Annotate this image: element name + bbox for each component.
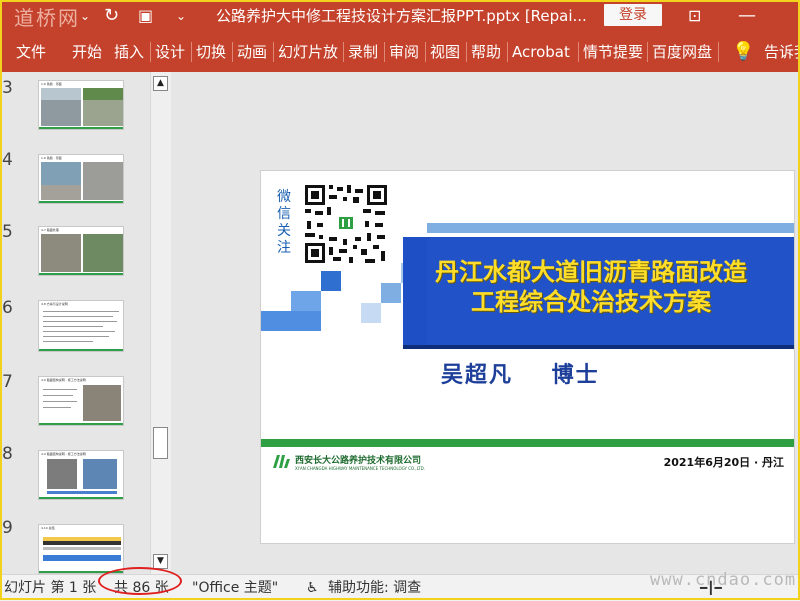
login-button[interactable]: 登录 [604, 4, 662, 26]
scroll-down-icon[interactable]: ▼ [153, 554, 168, 569]
scrollbar-thumb[interactable] [153, 427, 168, 459]
slide-title-line2: 工程综合处治技术方案 [471, 288, 711, 316]
thumbnail-diagram [43, 537, 121, 561]
tab-baidu-netdisk[interactable]: 百度网盘 [652, 32, 712, 72]
thumbnail-number: 7 [2, 372, 13, 392]
scroll-up-icon[interactable]: ▲ [153, 76, 168, 91]
slide-thumbnail[interactable]: 4.10 总结 [38, 524, 124, 574]
tab-record[interactable]: 录制 [348, 32, 378, 72]
minimize-icon[interactable]: — [738, 0, 756, 32]
slide-thumbnail[interactable]: 1.6 铣刨 · 罩面 [38, 80, 124, 130]
thumbnail-number: 5 [2, 222, 13, 242]
lightbulb-icon: 💡 [732, 41, 755, 62]
tab-view[interactable]: 视图 [430, 32, 460, 72]
slide-author[interactable]: 吴超凡 博士 [441, 357, 600, 389]
wechat-follow-label: 微信关注 [277, 189, 291, 256]
tab-review[interactable]: 审阅 [389, 32, 419, 72]
window-title: 公路养护大中修工程技设计方案汇报PPT.pptx [Repai... [216, 7, 587, 25]
tab-file[interactable]: 文件 [16, 32, 46, 72]
tab-separator [718, 42, 719, 62]
tab-design[interactable]: 设计 [155, 32, 185, 72]
company-name-cn: 西安长大公路养护技术有限公司 [295, 456, 422, 466]
thumbnail-footer-bar [39, 201, 123, 203]
quick-access-dropdown-icon[interactable]: ⌄ [80, 0, 90, 32]
thumbnail-photo [43, 385, 121, 421]
slide-thumbnail[interactable]: 1.6 铣刨 · 罩面 [38, 154, 124, 204]
thumbnail-number: 4 [2, 150, 13, 170]
thumbnail-number: 8 [2, 444, 13, 464]
theme-name: "Office 主题" [192, 580, 279, 596]
thumbnail-scrollbar[interactable]: ▲ ▼ [150, 72, 171, 574]
thumbnail-photo [41, 234, 123, 272]
thumbnail-photo [41, 162, 123, 200]
annotation-circle [98, 567, 182, 595]
tab-separator [507, 42, 508, 62]
tab-separator [343, 42, 344, 62]
slide-thumbnail[interactable]: 4.9 路面结构说明 - 施工方法说明 [38, 450, 124, 500]
redo-icon[interactable]: ↻ [104, 0, 119, 32]
thumbnail-footer-bar [39, 273, 123, 275]
ribbon-tabs: 文件 开始 插入 设计 切换 动画 幻灯片放 录制 审阅 视图 帮助 Acrob… [0, 32, 800, 72]
accessibility-status[interactable]: 辅助功能: 调查 [328, 578, 421, 598]
site-watermark: www.cndao.com [650, 570, 797, 590]
thumbnail-photo [47, 459, 117, 494]
thumbnail-photo [41, 88, 123, 126]
tab-separator [466, 42, 467, 62]
wechat-qr-code-icon [303, 183, 389, 265]
start-slideshow-icon[interactable]: ▣ [138, 0, 153, 32]
slide-thumbnail[interactable]: 4.8 方案与设计说明 [38, 300, 124, 352]
site-watermark-logo: 道桥网 [14, 6, 80, 30]
tab-separator [647, 42, 648, 62]
customize-toolbar-icon[interactable]: ⌄ [176, 0, 186, 32]
slide-title-line1: 丹江水都大道旧沥青路面改造 [435, 258, 747, 286]
tab-separator [384, 42, 385, 62]
company-name-en: XI'AN CHANGDA HIGHWAY MAINTENANCE TECHNO… [295, 466, 426, 471]
tab-animations[interactable]: 动画 [237, 32, 267, 72]
thumbnail-footer-bar [39, 127, 123, 129]
footer-green-bar [261, 439, 794, 447]
tab-separator [273, 42, 274, 62]
accessibility-icon: ♿ [306, 580, 319, 596]
ribbon-display-options-icon[interactable]: ⊡ [688, 0, 701, 32]
slide-thumbnail[interactable]: 4.9 路面结构说明 - 施工方法说明 [38, 376, 124, 426]
tab-separator [425, 42, 426, 62]
tab-home[interactable]: 开始 [72, 32, 102, 72]
slide-position: 幻灯片 第 1 张 [4, 580, 97, 596]
title-bar: 道桥网 ⌄ ↻ ▣ ⌄ 公路养护大中修工程技设计方案汇报PPT.pptx [Re… [0, 0, 800, 32]
company-logo-icon [271, 453, 291, 469]
tab-storyboard[interactable]: 情节提要 [583, 32, 643, 72]
tab-separator [150, 42, 151, 62]
thumbnail-number: 9 [2, 518, 13, 538]
slide-thumbnail-pane: 3 1.6 铣刨 · 罩面 4 1.6 铣刨 · 罩面 5 4.7 路面处理 6… [0, 72, 150, 574]
thumbnail-number: 6 [2, 298, 13, 318]
thumbnail-number: 3 [2, 78, 13, 98]
slide-date: 2021年6月20日 · 丹江 [663, 456, 784, 469]
thumbnail-text-lines [43, 311, 119, 342]
tab-slideshow[interactable]: 幻灯片放 [278, 32, 338, 72]
slide-editing-canvas: 微信关注 丹江水都大道旧沥青路面改造 工程综合处治技术方案 吴超凡 博士 西安长… [171, 72, 800, 574]
slide-thumbnail[interactable]: 4.7 路面处理 [38, 226, 124, 276]
current-slide[interactable]: 微信关注 丹江水都大道旧沥青路面改造 工程综合处治技术方案 吴超凡 博士 西安长… [260, 170, 795, 544]
tab-transitions[interactable]: 切换 [196, 32, 226, 72]
thumbnail-footer-bar [39, 497, 123, 499]
tab-separator [578, 42, 579, 62]
tab-tell-me[interactable]: 告诉我 [764, 32, 800, 72]
tab-help[interactable]: 帮助 [471, 32, 501, 72]
slide-title[interactable]: 丹江水都大道旧沥青路面改造 工程综合处治技术方案 [411, 257, 771, 317]
tab-insert[interactable]: 插入 [114, 32, 144, 72]
tab-separator [191, 42, 192, 62]
thumbnail-footer-bar [39, 349, 123, 351]
thumbnail-footer-bar [39, 423, 123, 425]
tab-acrobat[interactable]: Acrobat [512, 32, 570, 72]
tab-separator [232, 42, 233, 62]
